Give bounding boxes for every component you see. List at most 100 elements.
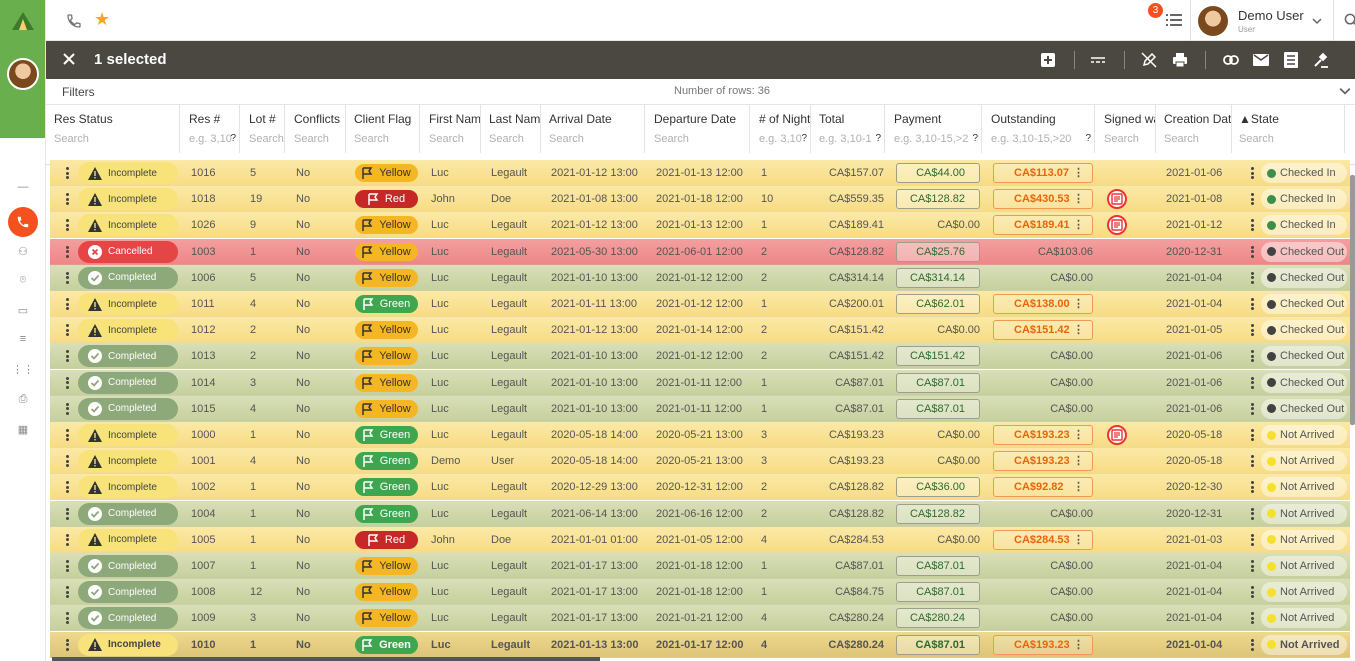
column-label[interactable]: Payment bbox=[894, 112, 981, 126]
row-actions-icon[interactable] bbox=[1250, 167, 1254, 179]
column-label[interactable]: Outstanding bbox=[991, 112, 1094, 126]
row-menu-icon[interactable] bbox=[65, 167, 69, 179]
payment-amount[interactable]: CA$44.00 bbox=[896, 163, 980, 183]
row-menu-icon[interactable] bbox=[65, 298, 69, 310]
database-nav-icon[interactable]: ≡ bbox=[14, 330, 32, 348]
outstanding-amount[interactable]: CA$92.82 ⋮ bbox=[993, 477, 1093, 498]
outstanding-amount[interactable]: CA$430.53 ⋮ bbox=[993, 189, 1093, 210]
res-number[interactable]: 1026 bbox=[191, 212, 215, 238]
table-row[interactable]: Incomplete 1002 1 No Green Luc Legault 2020-12-… bbox=[50, 474, 1350, 501]
outstanding-amount[interactable]: CA$193.23 ⋮ bbox=[993, 634, 1093, 655]
outstanding-menu-icon[interactable]: ⋮ bbox=[1073, 216, 1084, 234]
column-label[interactable]: Client Flag bbox=[354, 112, 419, 126]
outstanding-amount[interactable]: CA$193.23 ⋮ bbox=[993, 451, 1093, 472]
column-header[interactable]: Total e.g. 3,10-1? bbox=[815, 105, 885, 153]
row-actions-icon[interactable] bbox=[1250, 193, 1254, 206]
column-label[interactable]: Creation Date bbox=[1164, 112, 1231, 126]
row-actions-icon[interactable] bbox=[1250, 298, 1254, 310]
outstanding-menu-icon[interactable]: ⋮ bbox=[1073, 321, 1084, 339]
row-menu-icon[interactable] bbox=[65, 324, 69, 337]
column-header[interactable]: Arrival Date Search bbox=[545, 105, 645, 153]
row-menu-icon[interactable] bbox=[65, 586, 69, 599]
row-menu-icon[interactable] bbox=[65, 245, 69, 258]
res-number[interactable]: 1016 bbox=[191, 160, 215, 186]
column-search-input[interactable]: Search bbox=[249, 133, 284, 145]
column-search-input[interactable]: Search bbox=[354, 133, 419, 145]
row-actions-icon[interactable] bbox=[1250, 533, 1254, 546]
column-header[interactable]: Creation Date Search bbox=[1160, 105, 1232, 153]
table-row[interactable]: Incomplete 1012 2 No Yellow Luc Legault 2021-01… bbox=[50, 317, 1350, 344]
res-number[interactable]: 1006 bbox=[191, 265, 215, 291]
payment-amount[interactable]: CA$87.01 bbox=[896, 582, 980, 603]
grid-nav-icon[interactable]: ⋮⋮ bbox=[12, 360, 34, 378]
row-menu-icon[interactable] bbox=[65, 507, 69, 520]
table-row[interactable]: Incomplete 1011 4 No Green Luc Legault 2021-01-… bbox=[50, 291, 1350, 317]
row-menu-icon[interactable] bbox=[65, 350, 69, 363]
table-row[interactable]: Completed 1004 1 No Green Luc Legault 2021-06-1… bbox=[50, 500, 1350, 527]
help-icon[interactable]: ? bbox=[230, 133, 236, 144]
vertical-scrollbar[interactable] bbox=[1350, 175, 1355, 425]
document-icon[interactable] bbox=[1281, 50, 1301, 70]
row-actions-icon[interactable] bbox=[1250, 612, 1254, 625]
res-number[interactable]: 1010 bbox=[191, 632, 215, 658]
table-row[interactable]: Completed 1013 2 No Yellow Luc Legault 2021-01-… bbox=[50, 343, 1350, 370]
table-row[interactable]: Completed 1015 4 No Yellow Luc Legault 2021-01-… bbox=[50, 395, 1350, 422]
outstanding-menu-icon[interactable]: ⋮ bbox=[1073, 190, 1084, 208]
row-menu-icon[interactable] bbox=[65, 455, 69, 468]
row-actions-icon[interactable] bbox=[1250, 350, 1254, 363]
payment-amount[interactable]: CA$25.76 bbox=[896, 241, 980, 262]
column-label[interactable]: Res # bbox=[189, 112, 239, 126]
outstanding-amount[interactable]: CA$193.23 ⋮ bbox=[993, 425, 1093, 445]
res-number[interactable]: 1011 bbox=[191, 291, 215, 317]
payment-amount[interactable]: CA$128.82 bbox=[896, 503, 980, 524]
outstanding-menu-icon[interactable]: ⋮ bbox=[1073, 164, 1084, 182]
column-header[interactable]: Outstanding e.g. 3,10-15,>20? bbox=[987, 105, 1095, 153]
search-icon[interactable] bbox=[1344, 13, 1355, 28]
res-number[interactable]: 1012 bbox=[191, 317, 215, 343]
row-actions-icon[interactable] bbox=[1250, 455, 1254, 468]
column-header[interactable]: Res Status Search bbox=[50, 105, 180, 153]
table-row[interactable]: Cancelled 1003 1 No Yellow Luc Legault 2021-05-… bbox=[50, 238, 1350, 265]
res-number[interactable]: 1013 bbox=[191, 343, 215, 369]
column-search-input[interactable]: Search bbox=[54, 133, 179, 145]
user-name[interactable]: Demo User bbox=[1238, 8, 1304, 23]
column-header[interactable]: Departure Date Search bbox=[650, 105, 750, 153]
column-header[interactable]: Res # e.g. 3,10? bbox=[185, 105, 240, 153]
help-icon[interactable]: ? bbox=[1085, 133, 1091, 144]
column-header[interactable]: Payment e.g. 3,10-15,>2? bbox=[890, 105, 982, 153]
res-number[interactable]: 1004 bbox=[191, 501, 215, 527]
dashboard-nav-icon[interactable]: ▦ bbox=[14, 420, 32, 438]
row-menu-icon[interactable] bbox=[65, 481, 69, 494]
row-menu-icon[interactable] bbox=[65, 271, 69, 284]
column-search-input[interactable]: Search bbox=[489, 133, 540, 145]
row-menu-icon[interactable] bbox=[65, 402, 69, 415]
res-number[interactable]: 1014 bbox=[191, 370, 215, 396]
column-search-input[interactable]: e.g. 3,10-1 bbox=[819, 133, 884, 145]
payment-amount[interactable]: CA$280.24 bbox=[896, 608, 980, 629]
outstanding-menu-icon[interactable]: ⋮ bbox=[1073, 531, 1084, 549]
table-row[interactable]: Completed 1006 5 No Yellow Luc Legault 2021-01-… bbox=[50, 264, 1350, 291]
no-edit-icon[interactable] bbox=[1139, 50, 1159, 70]
column-label[interactable]: Last Name bbox=[489, 112, 540, 126]
row-actions-icon[interactable] bbox=[1250, 245, 1254, 258]
outstanding-amount[interactable]: CA$151.42 ⋮ bbox=[993, 320, 1093, 341]
row-actions-icon[interactable] bbox=[1250, 429, 1254, 441]
payment-amount[interactable]: CA$314.14 bbox=[896, 267, 980, 288]
row-actions-icon[interactable] bbox=[1250, 376, 1254, 389]
table-row[interactable]: Completed 1014 3 No Yellow Luc Legault 2021-01-… bbox=[50, 369, 1350, 396]
payment-amount[interactable]: CA$87.01 bbox=[896, 634, 980, 655]
location-nav-icon[interactable]: ⌾ bbox=[14, 271, 32, 289]
column-search-input[interactable]: Search bbox=[654, 133, 749, 145]
payment-amount[interactable]: CA$87.01 bbox=[896, 556, 980, 576]
sidebar-avatar[interactable] bbox=[7, 58, 39, 90]
outstanding-menu-icon[interactable]: ⋮ bbox=[1073, 478, 1084, 496]
table-row[interactable]: Incomplete 1001 4 No Green Demo User 2020-05-18… bbox=[50, 448, 1350, 475]
row-actions-icon[interactable] bbox=[1250, 638, 1254, 651]
signed-waiver-icon[interactable] bbox=[1107, 189, 1127, 210]
signed-waiver-icon[interactable] bbox=[1107, 425, 1127, 445]
row-actions-icon[interactable] bbox=[1250, 219, 1254, 232]
res-number[interactable]: 1008 bbox=[191, 579, 215, 605]
table-row[interactable]: Completed 1009 3 No Yellow Luc Legault 2021-01-… bbox=[50, 605, 1350, 632]
row-menu-icon[interactable] bbox=[65, 533, 69, 546]
column-search-input[interactable]: Search bbox=[429, 133, 480, 145]
